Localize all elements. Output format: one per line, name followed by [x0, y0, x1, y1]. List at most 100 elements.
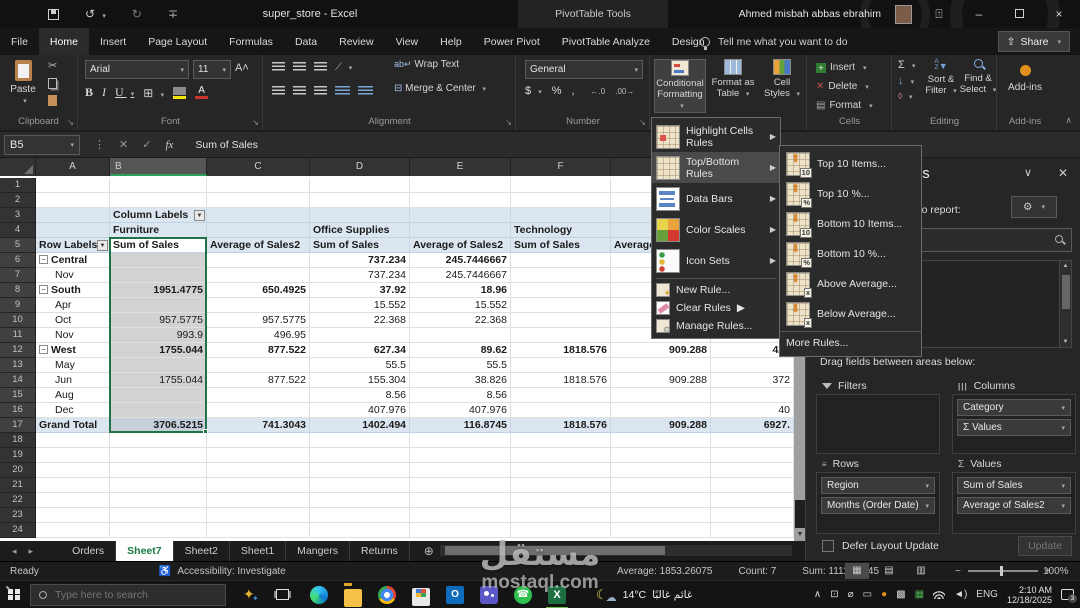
cell-C20[interactable] [207, 463, 310, 477]
cell-E5[interactable]: Average of Sales2 [410, 238, 511, 252]
cell-A23[interactable] [36, 508, 110, 522]
cell-F17[interactable]: 1818.576 [511, 418, 611, 432]
tab-file[interactable]: File [0, 28, 39, 55]
decrease-decimal-icon[interactable]: .00→ [615, 87, 634, 96]
field-pill-average-of-sales2[interactable]: Average of Sales2▾ [957, 497, 1071, 514]
cell-F18[interactable] [511, 433, 611, 447]
cell-A3[interactable] [36, 208, 110, 222]
submenu-item-more-rules-[interactable]: More Rules... [780, 331, 921, 353]
submenu-item-below-average-[interactable]: ⬇xBelow Average... [780, 299, 921, 329]
cell-F10[interactable] [511, 313, 611, 327]
cell-A19[interactable] [36, 448, 110, 462]
excel-taskbar-icon[interactable]: X [548, 586, 566, 604]
tab-home[interactable]: Home [39, 28, 89, 55]
cell-C7[interactable] [207, 268, 310, 282]
cell-E18[interactable] [410, 433, 511, 447]
cell-D3[interactable] [310, 208, 410, 222]
tray-mute-icon[interactable]: ⌀ [848, 589, 854, 600]
cell-A10[interactable]: Oct [36, 313, 110, 327]
cell-D13[interactable]: 55.5 [310, 358, 410, 372]
cell-E23[interactable] [410, 508, 511, 522]
cell-F14[interactable]: 1818.576 [511, 373, 611, 387]
collapse-ribbon-icon[interactable]: ∧ [1065, 115, 1072, 126]
orientation-icon[interactable]: ⟋ ▾ [335, 62, 352, 73]
format-as-table-button[interactable]: Format asTable ▾ [707, 59, 759, 100]
cell-G22[interactable] [611, 493, 711, 507]
cell-D4[interactable]: Office Supplies [310, 223, 410, 237]
cell-H19[interactable] [711, 448, 794, 462]
fill-icon[interactable]: ↓ ▾ [898, 75, 915, 87]
undo-icon[interactable]: ↺ ▾ [85, 7, 106, 21]
field-pill--values[interactable]: Σ Values▾ [957, 419, 1071, 436]
select-all-corner[interactable] [0, 158, 36, 176]
column-header-A[interactable]: A [36, 158, 110, 176]
font-dialog-launcher[interactable]: ↘ [252, 118, 259, 127]
cell-E1[interactable] [410, 178, 511, 192]
hidden-icons-chevron[interactable]: ∧ [814, 589, 821, 600]
align-top-icon[interactable] [272, 62, 285, 71]
cell-D22[interactable] [310, 493, 410, 507]
network-icon[interactable] [933, 591, 945, 599]
tab-insert[interactable]: Insert [89, 28, 137, 55]
cell-A24[interactable] [36, 523, 110, 537]
cell-E16[interactable]: 407.976 [410, 403, 511, 417]
cell-B15[interactable] [110, 388, 207, 402]
cell-F1[interactable] [511, 178, 611, 192]
fields-panel-chevron-icon[interactable]: ∨ [1024, 166, 1032, 179]
cell-D7[interactable]: 737.234 [310, 268, 410, 282]
align-left-icon[interactable] [272, 86, 285, 95]
cell-E6[interactable]: 245.7446667 [410, 253, 511, 267]
cell-D23[interactable] [310, 508, 410, 522]
font-size-select[interactable]: 11▾ [193, 60, 231, 79]
zoom-slider[interactable] [968, 570, 1038, 572]
cell-A15[interactable]: Aug [36, 388, 110, 402]
cell-H24[interactable] [711, 523, 794, 537]
cell-A17[interactable]: Grand Total [36, 418, 110, 432]
percent-style-icon[interactable]: % [552, 85, 562, 97]
maximize-icon[interactable] [1006, 3, 1032, 25]
filters-area[interactable] [816, 394, 940, 454]
cell-A12[interactable]: −West [36, 343, 110, 357]
filter-dropdown-icon[interactable]: ▼ [194, 210, 205, 221]
cell-E2[interactable] [410, 193, 511, 207]
paste-button[interactable]: Paste ▾ [6, 60, 40, 106]
cut-icon[interactable]: ✂ [48, 59, 57, 72]
cell-A1[interactable] [36, 178, 110, 192]
cell-F6[interactable] [511, 253, 611, 267]
row-header-5[interactable]: 5 [0, 238, 36, 253]
row-header-21[interactable]: 21 [0, 478, 36, 493]
cell-G24[interactable] [611, 523, 711, 537]
increase-decimal-icon[interactable]: ←.0 [591, 87, 606, 96]
list-scroll-down-icon[interactable]: ▼ [1060, 339, 1071, 345]
defer-checkbox[interactable] [822, 540, 834, 552]
insert-function-icon[interactable]: fx [165, 139, 173, 151]
tell-me-box[interactable]: Tell me what you want to do [700, 28, 848, 55]
sheet-nav-left-icon[interactable]: ◂ [12, 546, 17, 557]
sheet-nav-right-icon[interactable]: ▸ [29, 546, 34, 557]
cell-B4[interactable]: Furniture [110, 223, 207, 237]
row-header-11[interactable]: 11 [0, 328, 36, 343]
row-header-24[interactable]: 24 [0, 523, 36, 538]
cell-D17[interactable]: 1402.494 [310, 418, 410, 432]
tray-app-icon[interactable]: ⊡ [830, 589, 838, 600]
tray-security-icon[interactable]: ▩ [896, 589, 905, 600]
submenu-item-bottom-10-[interactable]: ⬇%Bottom 10 %... [780, 239, 921, 269]
cell-F23[interactable] [511, 508, 611, 522]
chrome-taskbar-icon[interactable] [378, 586, 396, 604]
cell-A14[interactable]: Jun [36, 373, 110, 387]
row-header-19[interactable]: 19 [0, 448, 36, 463]
tab-power-pivot[interactable]: Power Pivot [473, 28, 551, 55]
align-right-icon[interactable] [314, 86, 327, 95]
cell-B1[interactable] [110, 178, 207, 192]
avatar[interactable] [895, 5, 912, 24]
cell-H16[interactable]: 40 [711, 403, 794, 417]
cell-C16[interactable] [207, 403, 310, 417]
submenu-item-bottom-10-items-[interactable]: ⬇10Bottom 10 Items... [780, 209, 921, 239]
row-header-15[interactable]: 15 [0, 388, 36, 403]
tab-view[interactable]: View [385, 28, 430, 55]
cell-A7[interactable]: Nov [36, 268, 110, 282]
page-layout-view-icon[interactable]: ▤ [877, 563, 901, 579]
cell-A11[interactable]: Nov [36, 328, 110, 342]
minimize-icon[interactable]: – [966, 3, 992, 25]
cell-B16[interactable] [110, 403, 207, 417]
